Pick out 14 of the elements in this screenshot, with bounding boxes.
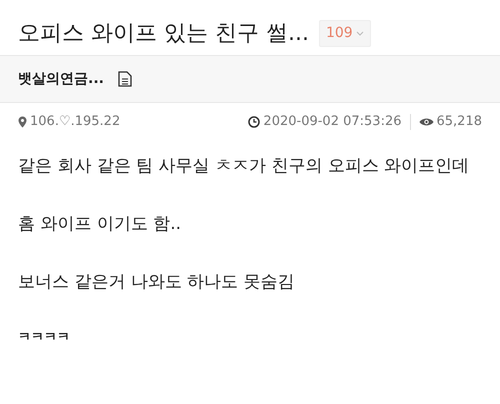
author-name[interactable]: 뱃살의연금... (18, 68, 104, 90)
post-title: 오피스 와이프 있는 친구 썰... (18, 20, 309, 48)
chevron-down-icon (356, 30, 364, 36)
post-paragraph: 같은 회사 같은 팀 사무실 ㅊㅈ가 친구의 오피스 와이프인데 (18, 155, 470, 178)
location-pin-icon (18, 116, 27, 128)
clock-icon (248, 116, 260, 128)
post-paragraph: 홈 와이프 이기도 함.. (18, 212, 182, 236)
document-icon[interactable] (118, 71, 132, 87)
post-datetime: 2020-09-02 07:53:26 (263, 113, 402, 132)
post-paragraph: 보너스 같은거 나와도 하나도 못숨김 (18, 270, 296, 294)
view-count: 65,218 (436, 113, 482, 132)
ip-address: 106.♡.195.22 (30, 113, 120, 132)
post-paragraph: ㅋㅋㅋㅋ (18, 329, 71, 348)
eye-icon (418, 117, 434, 127)
